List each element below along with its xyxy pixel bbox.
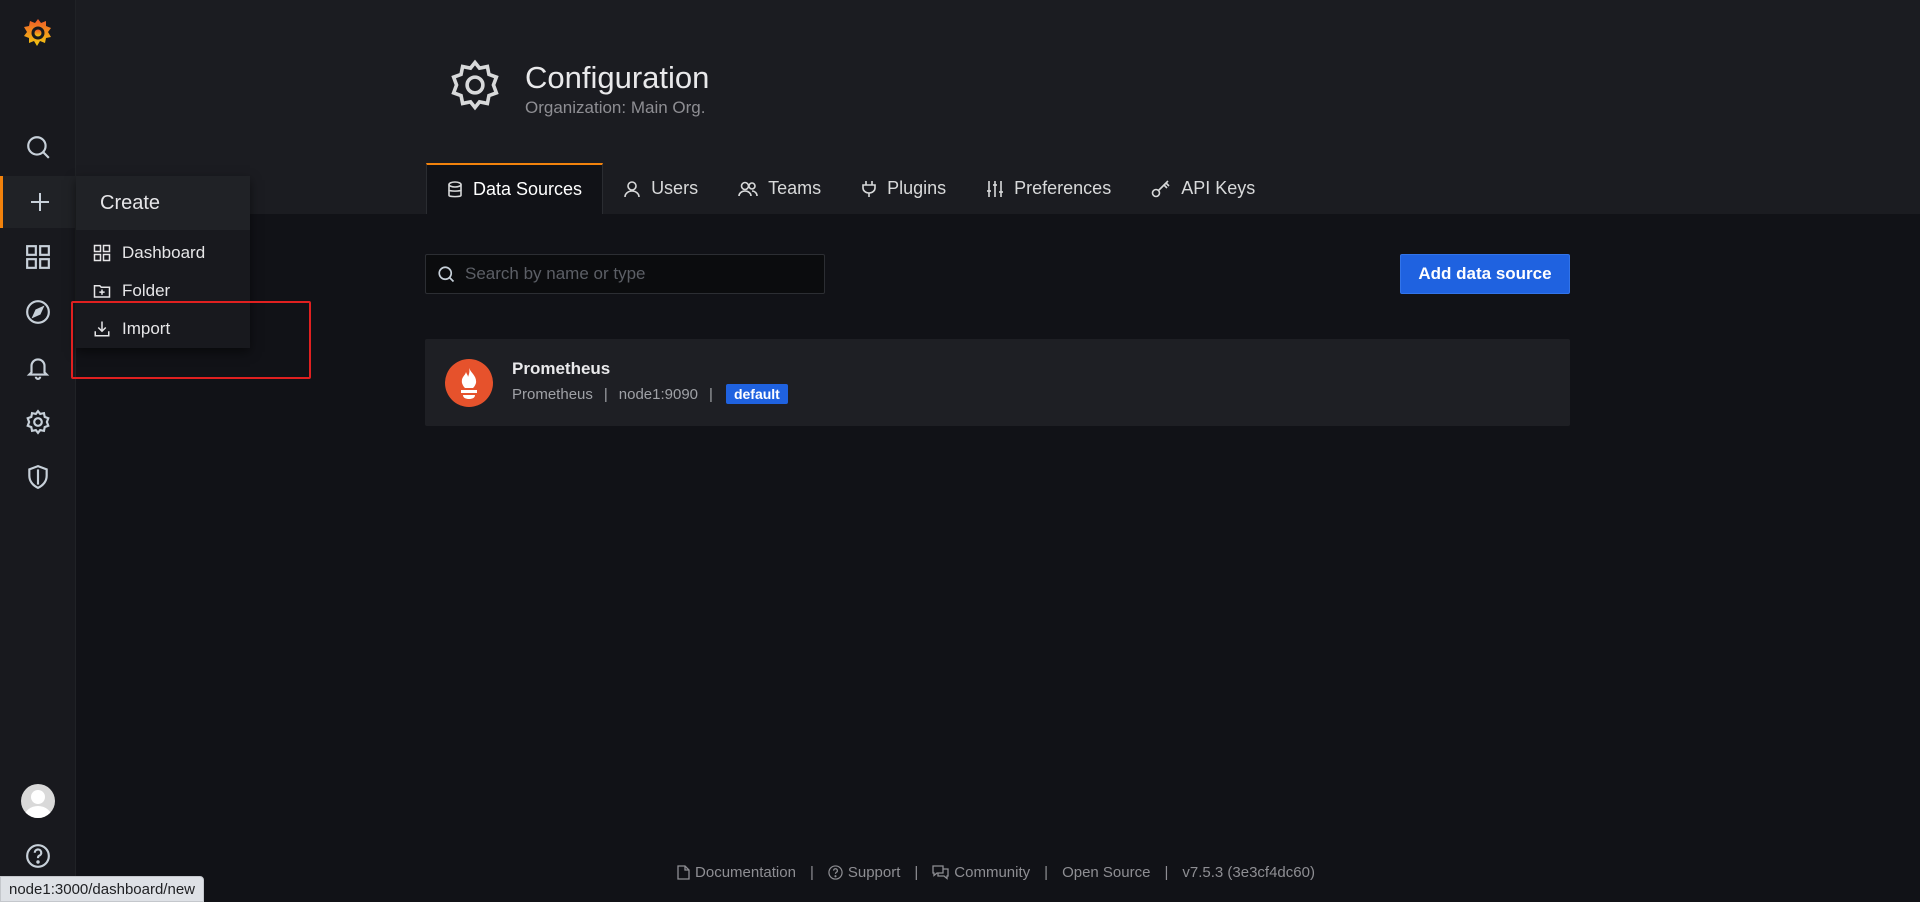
tab-label: Teams: [768, 178, 822, 198]
tab-label: API Keys: [1181, 178, 1256, 198]
tab-label: Users: [651, 178, 699, 198]
footer-separator: |: [914, 863, 919, 881]
footer-link-label: Community: [954, 863, 1031, 881]
separator: |: [709, 385, 713, 403]
folder-plus-icon: [92, 281, 112, 301]
footer-link-label: Support: [847, 863, 901, 881]
configuration-gear-icon[interactable]: [0, 396, 76, 448]
tab-data-sources[interactable]: Data Sources: [426, 163, 604, 214]
key-icon: [1151, 179, 1171, 198]
menu-item-import[interactable]: Import: [76, 310, 250, 348]
menu-item-label: Folder: [122, 281, 171, 300]
users-group-icon: [738, 180, 758, 198]
tab-plugins[interactable]: Plugins: [841, 163, 966, 214]
separator: |: [603, 385, 608, 403]
database-icon: [447, 180, 463, 199]
menu-item-dashboard[interactable]: Dashboard: [76, 234, 250, 272]
footer-documentation-link[interactable]: Documentation: [677, 864, 796, 881]
menu-item-folder[interactable]: Folder: [76, 272, 250, 310]
tab-label: Data Sources: [473, 179, 583, 199]
footer-version: v7.5.3 (3e3cf4dc60): [1182, 863, 1315, 881]
tab-users[interactable]: Users: [603, 163, 718, 214]
tab-api-keys[interactable]: API Keys: [1131, 163, 1275, 214]
tab-preferences[interactable]: Preferences: [966, 163, 1131, 214]
create-plus-icon[interactable]: [0, 176, 76, 228]
import-download-icon: [92, 319, 112, 339]
menu-item-label: Import: [122, 319, 171, 338]
footer-open-source-link[interactable]: Open Source: [1062, 864, 1150, 881]
tab-label: Preferences: [1014, 178, 1112, 198]
sliders-icon: [986, 180, 1004, 198]
add-data-source-button[interactable]: Add data source: [1400, 254, 1570, 294]
search-icon[interactable]: [0, 121, 76, 173]
search-field: [425, 254, 825, 294]
user-avatar[interactable]: [0, 775, 76, 827]
page-subtitle: Organization: Main Org.: [525, 98, 706, 117]
user-icon: [623, 180, 641, 198]
datasource-name: Prometheus: [512, 359, 611, 378]
footer-separator: |: [1044, 863, 1049, 881]
grafana-logo-icon[interactable]: [0, 8, 76, 58]
alerting-bell-icon[interactable]: [0, 341, 76, 393]
create-flyout-menu: Create Dashboard Folder Import: [76, 176, 250, 348]
footer: Documentation | Support | Community | Op…: [0, 860, 1920, 884]
sidebar: [0, 0, 76, 902]
datasource-card-prometheus[interactable]: Prometheus Prometheus | node1:9090 | def…: [425, 339, 1570, 426]
footer-community-link[interactable]: Community: [932, 864, 1030, 881]
tab-label: Plugins: [887, 178, 947, 198]
datasource-meta: Prometheus | node1:9090 | default: [512, 384, 788, 404]
configuration-gear-icon: [448, 58, 502, 112]
plug-icon: [861, 180, 877, 198]
flyout-title[interactable]: Create: [76, 176, 250, 230]
datasource-type: Prometheus: [512, 385, 593, 403]
footer-support-link[interactable]: Support: [828, 863, 901, 881]
prometheus-logo-icon: [445, 359, 493, 407]
question-circle-icon: [828, 864, 843, 880]
browser-status-bar: node1:3000/dashboard/new: [0, 876, 204, 902]
default-badge: default: [725, 384, 788, 404]
footer-link-label: Documentation: [695, 863, 796, 881]
search-input[interactable]: [465, 264, 805, 284]
page-title: Configuration: [525, 60, 710, 95]
document-icon: [677, 864, 690, 880]
footer-separator: |: [809, 863, 814, 881]
footer-separator: |: [1164, 863, 1169, 881]
search-icon: [437, 265, 455, 283]
datasource-url: node1:9090: [618, 385, 699, 403]
menu-item-label: Dashboard: [122, 243, 206, 262]
footer-link-label: Open Source: [1062, 863, 1151, 881]
comments-icon: [932, 864, 949, 880]
avatar: [21, 784, 55, 818]
explore-compass-icon[interactable]: [0, 286, 76, 338]
dashboard-grid-icon: [92, 243, 112, 263]
tab-bar: Data Sources Users Teams Plugins Prefere…: [426, 163, 1275, 214]
dashboards-grid-icon[interactable]: [0, 231, 76, 283]
server-admin-shield-icon[interactable]: [0, 451, 76, 503]
tab-teams[interactable]: Teams: [718, 163, 841, 214]
